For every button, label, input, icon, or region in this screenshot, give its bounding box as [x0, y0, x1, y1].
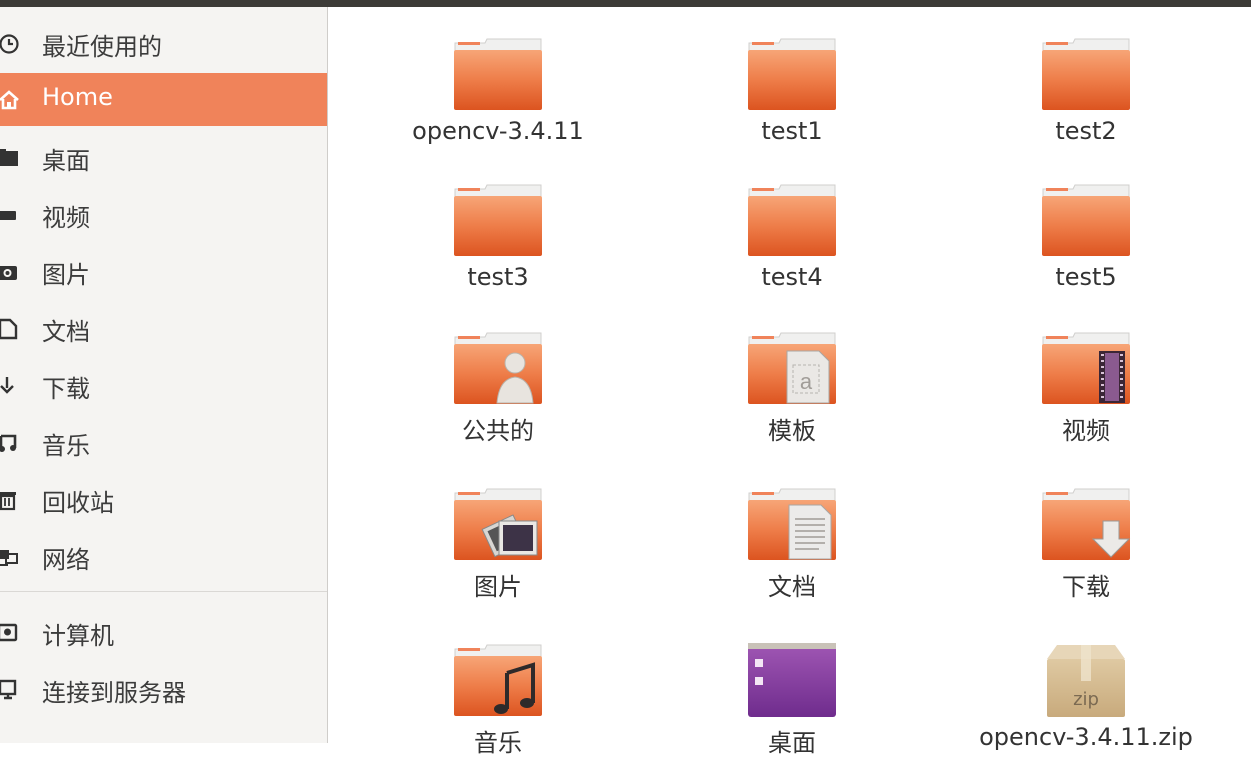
- documents-folder-icon: [748, 488, 836, 560]
- network-icon: [0, 543, 22, 571]
- folder-item[interactable]: 桌面: [662, 643, 922, 783]
- folder-item[interactable]: test5: [956, 183, 1216, 323]
- sidebar-item-label: 文档: [42, 318, 90, 346]
- folder-item[interactable]: 下载: [956, 487, 1216, 627]
- sidebar-item-pictures[interactable]: 图片: [0, 245, 327, 298]
- file-name: test4: [761, 263, 823, 291]
- file-name: 音乐: [474, 729, 522, 757]
- videos-folder-icon: [1042, 332, 1130, 404]
- camera-icon: [0, 258, 22, 286]
- sidebar-item-connect-server[interactable]: 连接到服务器: [0, 663, 327, 716]
- zip-badge: zip: [1073, 689, 1099, 710]
- file-name: test1: [761, 117, 823, 145]
- sidebar-separator: [0, 591, 327, 592]
- file-name: 下载: [1062, 573, 1110, 601]
- file-name: test2: [1055, 117, 1117, 145]
- document-icon: [0, 315, 22, 343]
- sidebar-item-label: 回收站: [42, 489, 114, 517]
- folder-item[interactable]: 图片: [368, 487, 628, 627]
- folder-item[interactable]: test3: [368, 183, 628, 323]
- file-name: 模板: [768, 417, 816, 445]
- file-grid: opencv-3.4.11 test1 test2 test3 test4 te…: [328, 7, 1251, 757]
- templates-folder-icon: a: [748, 332, 836, 404]
- folder-icon: [454, 38, 542, 110]
- sidebar-item-recent[interactable]: 最近使用的: [0, 17, 327, 70]
- download-icon: [0, 372, 22, 400]
- sidebar-item-label: 下载: [42, 375, 90, 403]
- folder-item[interactable]: test4: [662, 183, 922, 323]
- folder-item[interactable]: test2: [956, 37, 1216, 177]
- sidebar-item-label: 连接到服务器: [42, 679, 186, 707]
- sidebar-item-documents[interactable]: 文档: [0, 302, 327, 355]
- sidebar-item-music[interactable]: 音乐: [0, 416, 327, 469]
- folder-item[interactable]: 公共的: [368, 331, 628, 471]
- folder-item[interactable]: 文档: [662, 487, 922, 627]
- sidebar-item-desktop[interactable]: 桌面: [0, 131, 327, 184]
- file-name: opencv-3.4.11.zip: [979, 723, 1193, 751]
- sidebar-item-computer[interactable]: 计算机: [0, 606, 327, 659]
- file-item[interactable]: zip opencv-3.4.11.zip: [956, 643, 1216, 783]
- svg-text:a: a: [800, 369, 813, 394]
- sidebar-item-videos[interactable]: 视频: [0, 188, 327, 241]
- sidebar: 最近使用的 Home 桌面 视频 图片 文档 下载 音乐 回收站 网络 计算机 …: [0, 7, 328, 743]
- desktop-folder-icon: [0, 144, 22, 172]
- file-name: 视频: [1062, 417, 1110, 445]
- sidebar-item-label: 图片: [42, 261, 90, 289]
- video-icon: [0, 201, 22, 229]
- folder-icon: [1042, 38, 1130, 110]
- clock-icon: [0, 30, 22, 58]
- public-folder-icon: [454, 332, 542, 404]
- folder-icon: [748, 184, 836, 256]
- sidebar-item-network[interactable]: 网络: [0, 530, 327, 583]
- computer-icon: [0, 619, 22, 647]
- sidebar-item-label: 最近使用的: [42, 33, 162, 61]
- desktop-folder-icon: [748, 643, 836, 717]
- file-name: 桌面: [768, 729, 816, 757]
- sidebar-item-label: Home: [42, 83, 113, 111]
- window-title-bar: [0, 0, 1251, 7]
- home-icon: [0, 86, 22, 114]
- sidebar-item-label: 网络: [42, 546, 90, 574]
- folder-icon: [1042, 184, 1130, 256]
- file-name: opencv-3.4.11: [412, 117, 584, 145]
- folder-item[interactable]: test1: [662, 37, 922, 177]
- file-name: 文档: [768, 573, 816, 601]
- pictures-folder-icon: [454, 488, 542, 560]
- trash-icon: [0, 486, 22, 514]
- folder-item[interactable]: a 模板: [662, 331, 922, 471]
- sidebar-item-trash[interactable]: 回收站: [0, 473, 327, 526]
- file-name: test3: [467, 263, 529, 291]
- folder-icon: [748, 38, 836, 110]
- folder-icon: [454, 184, 542, 256]
- download-folder-icon: [1042, 488, 1131, 560]
- sidebar-item-downloads[interactable]: 下载: [0, 359, 327, 412]
- file-name: 图片: [474, 573, 522, 601]
- folder-item[interactable]: 音乐: [368, 643, 628, 783]
- sidebar-item-label: 音乐: [42, 432, 90, 460]
- music-folder-icon: [454, 644, 542, 716]
- server-connect-icon: [0, 676, 22, 704]
- sidebar-item-label: 计算机: [42, 622, 114, 650]
- folder-item[interactable]: opencv-3.4.11: [368, 37, 628, 177]
- sidebar-item-label: 桌面: [42, 147, 90, 175]
- file-name: 公共的: [462, 417, 534, 445]
- sidebar-item-label: 视频: [42, 204, 90, 232]
- file-name: test5: [1055, 263, 1117, 291]
- music-icon: [0, 429, 22, 457]
- folder-item[interactable]: 视频: [956, 331, 1216, 471]
- sidebar-item-home[interactable]: Home: [0, 73, 327, 126]
